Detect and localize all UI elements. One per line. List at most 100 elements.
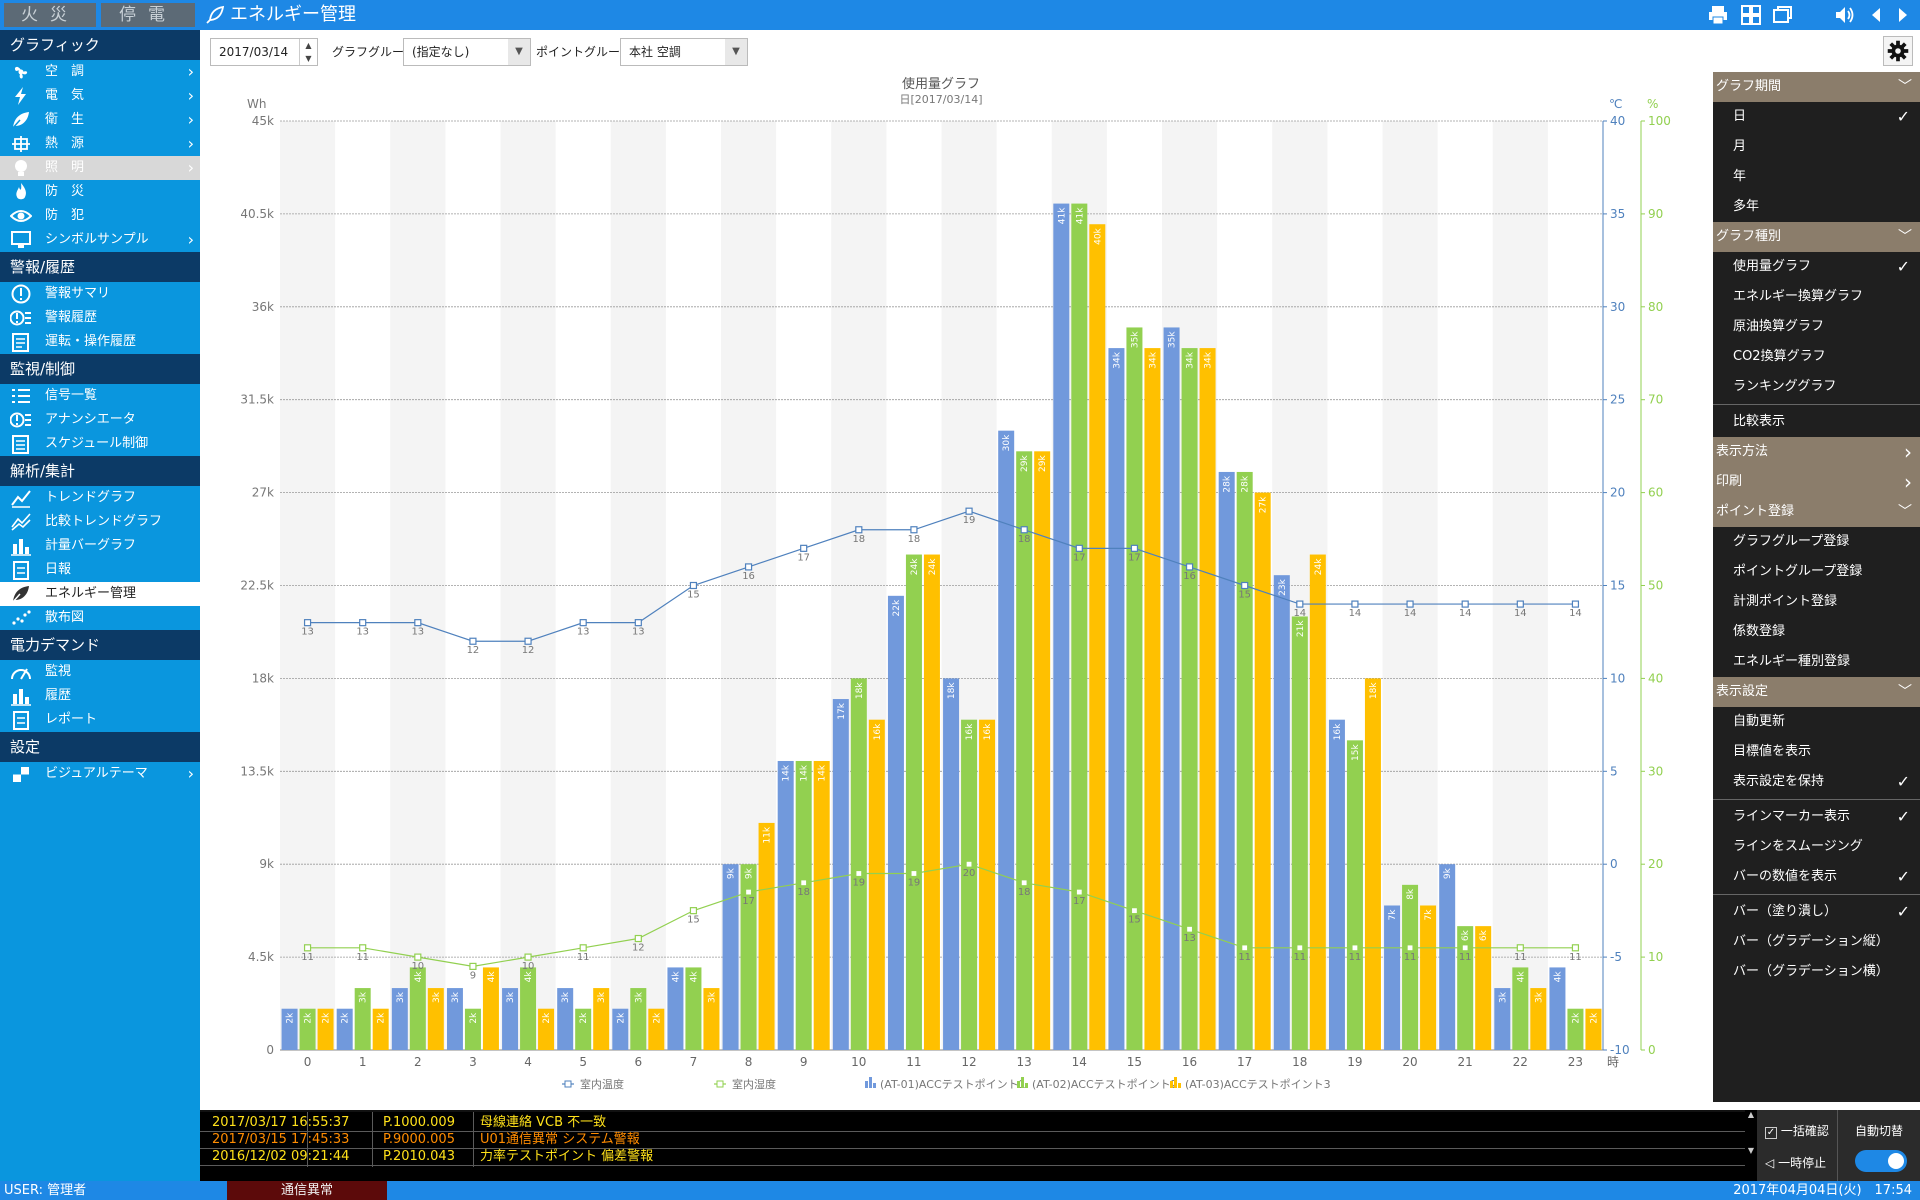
panel-option[interactable]: バー（塗り潰し） ✓ [1713, 897, 1920, 927]
bar-series-1[interactable] [1328, 719, 1345, 1050]
panel-option[interactable]: 計測ポイント登録 [1713, 587, 1920, 617]
power-outage-status-indicator[interactable]: 停電 [101, 3, 195, 27]
panel-option[interactable]: エネルギー換算グラフ [1713, 282, 1920, 312]
legend-item[interactable]: 室内湿度 [714, 1077, 776, 1091]
bar-series-1[interactable] [777, 760, 794, 1050]
bar-series-2[interactable] [1291, 616, 1308, 1050]
auto-switch-toggle[interactable] [1855, 1150, 1907, 1172]
bar-series-3[interactable] [979, 719, 996, 1050]
line-point[interactable] [855, 526, 863, 534]
point-group-select[interactable]: 本社 空調 ▼ [620, 38, 748, 66]
panel-option[interactable]: 月 [1713, 132, 1920, 162]
panel-option[interactable]: 年 [1713, 162, 1920, 192]
bar-series-2[interactable] [961, 719, 978, 1050]
sidebar-item[interactable]: 電 気 › [0, 84, 200, 108]
panel-option[interactable]: CO2換算グラフ [1713, 342, 1920, 372]
line-point[interactable] [965, 860, 973, 868]
panel-option[interactable]: 多年 [1713, 192, 1920, 222]
line-point[interactable] [910, 526, 918, 534]
line-point[interactable] [1241, 944, 1249, 952]
sidebar-item[interactable]: アナンシエータ [0, 408, 200, 432]
alarm-row[interactable]: 2017/03/17 16:55:37 P.1000.009 母線連絡 VCB 不一… [200, 1114, 1745, 1131]
fire-status-indicator[interactable]: 火災 [4, 3, 96, 27]
panel-option[interactable]: 使用量グラフ ✓ [1713, 252, 1920, 282]
line-point[interactable] [910, 869, 918, 878]
bar-series-2[interactable] [795, 760, 812, 1050]
bar-series-3[interactable] [1089, 224, 1106, 1050]
line-point[interactable] [1185, 563, 1194, 571]
line-point[interactable] [1351, 944, 1359, 952]
sidebar-item[interactable]: 空 調 › [0, 60, 200, 84]
bar-series-2[interactable] [850, 678, 867, 1050]
sidebar-item[interactable]: ビジュアルテーマ › [0, 762, 200, 786]
window-icon[interactable] [1770, 3, 1794, 27]
line-point[interactable] [1571, 600, 1580, 608]
line-point[interactable] [800, 879, 808, 887]
line-point[interactable] [414, 619, 422, 627]
bar-series-1[interactable] [1439, 864, 1456, 1050]
back-arrow-icon[interactable] [1865, 3, 1889, 27]
line-point[interactable] [1296, 600, 1304, 608]
line-point[interactable] [1516, 600, 1524, 608]
line-point[interactable] [1351, 600, 1359, 608]
volume-icon[interactable] [1833, 3, 1857, 27]
panel-section-header[interactable]: 印刷 › [1713, 467, 1920, 497]
line-point[interactable] [524, 953, 532, 961]
panel-option[interactable]: ランキンググラフ [1713, 372, 1920, 402]
panel-section-header[interactable]: グラフ種別 ﹀ [1713, 222, 1920, 252]
sidebar-item[interactable]: 警報サマリ [0, 282, 200, 306]
bar-series-2[interactable] [1236, 471, 1253, 1050]
bar-series-3[interactable] [813, 760, 830, 1050]
sidebar-item[interactable]: 履歴 [0, 684, 200, 708]
sidebar-item[interactable]: 照 明 › [0, 156, 200, 180]
line-point[interactable] [1075, 544, 1083, 552]
line-point[interactable] [1241, 581, 1249, 590]
bar-series-2[interactable] [1346, 740, 1363, 1050]
bar-series-1[interactable] [1384, 905, 1401, 1050]
bar-series-1[interactable] [1163, 327, 1180, 1050]
bar-series-3[interactable] [1254, 492, 1271, 1051]
line-point[interactable] [689, 581, 698, 590]
sidebar-item[interactable]: 衛 生 › [0, 108, 200, 132]
legend-item[interactable]: (AT-03)ACCテストポイント3 [1170, 1077, 1331, 1091]
settings-gear-icon[interactable] [1883, 36, 1913, 66]
bar-series-2[interactable] [1126, 327, 1143, 1050]
bar-series-2[interactable] [1402, 884, 1419, 1050]
bar-series-3[interactable] [868, 719, 885, 1050]
bar-series-3[interactable] [758, 822, 775, 1050]
line-point[interactable] [689, 907, 698, 915]
line-point[interactable] [634, 934, 642, 943]
bar-series-1[interactable] [943, 678, 960, 1050]
line-point[interactable] [414, 953, 422, 961]
line-point[interactable] [1406, 944, 1414, 952]
line-point[interactable] [1020, 526, 1028, 534]
bar-series-1[interactable] [1108, 348, 1125, 1051]
bar-series-1[interactable] [832, 699, 849, 1050]
sidebar-item[interactable]: トレンドグラフ [0, 486, 200, 510]
sidebar-item[interactable]: 日報 [0, 558, 200, 582]
sidebar-item[interactable]: 運転・操作履歴 [0, 330, 200, 354]
sidebar-item[interactable]: 監視 [0, 660, 200, 684]
alarm-row[interactable]: 2017/03/15 17:45:33 P.9000.005 U01通信異常 システ… [200, 1131, 1745, 1148]
line-point[interactable] [303, 944, 312, 952]
panel-option[interactable]: ラインをスムージング [1713, 832, 1920, 862]
line-point[interactable] [744, 888, 753, 896]
layout-icon[interactable] [1739, 3, 1763, 27]
line-point[interactable] [579, 619, 587, 627]
line-point[interactable] [524, 637, 532, 645]
bar-series-3[interactable] [923, 554, 940, 1050]
sidebar-item[interactable]: 熱 源 › [0, 132, 200, 156]
panel-option[interactable]: ラインマーカー表示 ✓ [1713, 802, 1920, 832]
line-point[interactable] [634, 619, 642, 627]
line-point[interactable] [1130, 907, 1139, 915]
line-point[interactable] [855, 869, 863, 878]
bar-series-2[interactable] [905, 554, 922, 1050]
sidebar-item[interactable]: 警報履歴 [0, 306, 200, 330]
line-point[interactable] [1461, 600, 1469, 608]
legend-item[interactable]: 室内温度 [562, 1077, 624, 1091]
sidebar-item[interactable]: 信号一覧 [0, 384, 200, 408]
panel-section-header[interactable]: ポイント登録 ﹀ [1713, 497, 1920, 527]
line-point[interactable] [1020, 879, 1028, 887]
legend-item[interactable]: (AT-02)ACCテストポイント2 [1017, 1077, 1178, 1091]
line-point[interactable] [579, 944, 587, 952]
